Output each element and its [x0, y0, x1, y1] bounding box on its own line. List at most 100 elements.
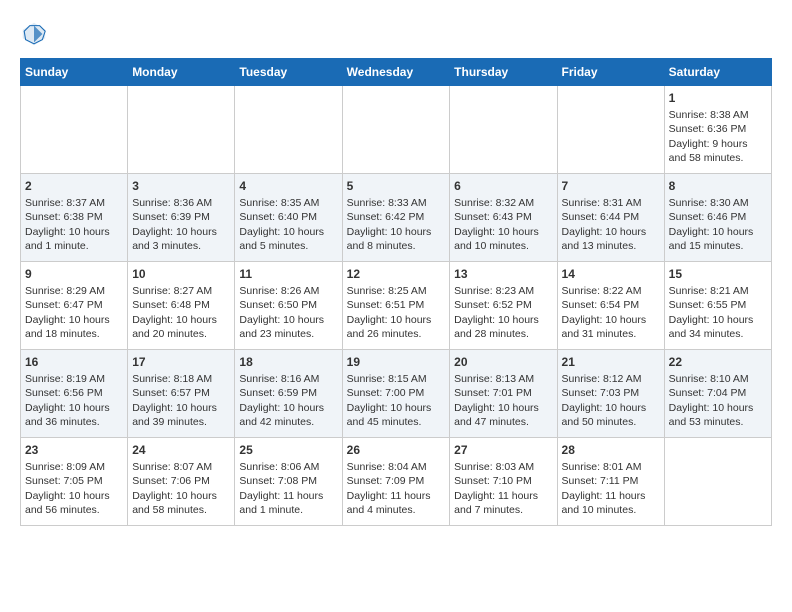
day-info: Sunrise: 8:23 AM Sunset: 6:52 PM Dayligh… [454, 284, 552, 341]
weekday-header-row: SundayMondayTuesdayWednesdayThursdayFrid… [21, 59, 772, 86]
day-number: 7 [562, 178, 660, 194]
day-info: Sunrise: 8:19 AM Sunset: 6:56 PM Dayligh… [25, 372, 123, 429]
day-info: Sunrise: 8:38 AM Sunset: 6:36 PM Dayligh… [669, 108, 767, 165]
day-number: 13 [454, 266, 552, 282]
day-info: Sunrise: 8:31 AM Sunset: 6:44 PM Dayligh… [562, 196, 660, 253]
day-number: 12 [347, 266, 446, 282]
calendar-cell: 24 Sunrise: 8:07 AM Sunset: 7:06 PM Dayli… [128, 438, 235, 526]
calendar-cell: 4 Sunrise: 8:35 AM Sunset: 6:40 PM Daylig… [235, 174, 342, 262]
calendar-cell: 16 Sunrise: 8:19 AM Sunset: 6:56 PM Dayli… [21, 350, 128, 438]
day-info: Sunrise: 8:09 AM Sunset: 7:05 PM Dayligh… [25, 460, 123, 517]
day-number: 16 [25, 354, 123, 370]
day-info: Sunrise: 8:22 AM Sunset: 6:54 PM Dayligh… [562, 284, 660, 341]
day-info: Sunrise: 8:30 AM Sunset: 6:46 PM Dayligh… [669, 196, 767, 253]
day-info: Sunrise: 8:32 AM Sunset: 6:43 PM Dayligh… [454, 196, 552, 253]
day-number: 14 [562, 266, 660, 282]
calendar-table: SundayMondayTuesdayWednesdayThursdayFrid… [20, 58, 772, 526]
day-info: Sunrise: 8:21 AM Sunset: 6:55 PM Dayligh… [669, 284, 767, 341]
day-number: 11 [239, 266, 337, 282]
calendar-cell: 9 Sunrise: 8:29 AM Sunset: 6:47 PM Daylig… [21, 262, 128, 350]
day-number: 21 [562, 354, 660, 370]
calendar-week-4: 16 Sunrise: 8:19 AM Sunset: 6:56 PM Dayli… [21, 350, 772, 438]
calendar-cell: 19 Sunrise: 8:15 AM Sunset: 7:00 PM Dayli… [342, 350, 450, 438]
logo [20, 20, 54, 48]
weekday-header-tuesday: Tuesday [235, 59, 342, 86]
day-info: Sunrise: 8:04 AM Sunset: 7:09 PM Dayligh… [347, 460, 446, 517]
calendar-week-3: 9 Sunrise: 8:29 AM Sunset: 6:47 PM Daylig… [21, 262, 772, 350]
day-info: Sunrise: 8:18 AM Sunset: 6:57 PM Dayligh… [132, 372, 230, 429]
calendar-cell [128, 86, 235, 174]
day-info: Sunrise: 8:36 AM Sunset: 6:39 PM Dayligh… [132, 196, 230, 253]
day-info: Sunrise: 8:33 AM Sunset: 6:42 PM Dayligh… [347, 196, 446, 253]
day-number: 5 [347, 178, 446, 194]
day-number: 15 [669, 266, 767, 282]
day-number: 9 [25, 266, 123, 282]
day-info: Sunrise: 8:12 AM Sunset: 7:03 PM Dayligh… [562, 372, 660, 429]
calendar-cell [235, 86, 342, 174]
calendar-cell: 28 Sunrise: 8:01 AM Sunset: 7:11 PM Dayli… [557, 438, 664, 526]
calendar-cell: 13 Sunrise: 8:23 AM Sunset: 6:52 PM Dayli… [450, 262, 557, 350]
day-info: Sunrise: 8:29 AM Sunset: 6:47 PM Dayligh… [25, 284, 123, 341]
day-info: Sunrise: 8:37 AM Sunset: 6:38 PM Dayligh… [25, 196, 123, 253]
calendar-cell [557, 86, 664, 174]
calendar-cell: 18 Sunrise: 8:16 AM Sunset: 6:59 PM Dayli… [235, 350, 342, 438]
day-number: 17 [132, 354, 230, 370]
day-info: Sunrise: 8:07 AM Sunset: 7:06 PM Dayligh… [132, 460, 230, 517]
day-number: 1 [669, 90, 767, 106]
calendar-cell: 22 Sunrise: 8:10 AM Sunset: 7:04 PM Dayli… [664, 350, 771, 438]
day-number: 28 [562, 442, 660, 458]
day-info: Sunrise: 8:25 AM Sunset: 6:51 PM Dayligh… [347, 284, 446, 341]
calendar-cell: 12 Sunrise: 8:25 AM Sunset: 6:51 PM Dayli… [342, 262, 450, 350]
day-info: Sunrise: 8:10 AM Sunset: 7:04 PM Dayligh… [669, 372, 767, 429]
day-number: 2 [25, 178, 123, 194]
calendar-cell: 10Sunrise: 8:27 AM Sunset: 6:48 PM Dayli… [128, 262, 235, 350]
day-number: 22 [669, 354, 767, 370]
day-number: 19 [347, 354, 446, 370]
calendar-cell: 8 Sunrise: 8:30 AM Sunset: 6:46 PM Daylig… [664, 174, 771, 262]
calendar-cell [664, 438, 771, 526]
calendar-cell: 3Sunrise: 8:36 AM Sunset: 6:39 PM Daylig… [128, 174, 235, 262]
day-info: Sunrise: 8:16 AM Sunset: 6:59 PM Dayligh… [239, 372, 337, 429]
day-info: Sunrise: 8:03 AM Sunset: 7:10 PM Dayligh… [454, 460, 552, 517]
weekday-header-friday: Friday [557, 59, 664, 86]
calendar-week-5: 23 Sunrise: 8:09 AM Sunset: 7:05 PM Dayli… [21, 438, 772, 526]
calendar-cell [450, 86, 557, 174]
day-info: Sunrise: 8:13 AM Sunset: 7:01 PM Dayligh… [454, 372, 552, 429]
calendar-cell: 25 Sunrise: 8:06 AM Sunset: 7:08 PM Dayli… [235, 438, 342, 526]
day-number: 24 [132, 442, 230, 458]
day-number: 8 [669, 178, 767, 194]
calendar-cell: 5 Sunrise: 8:33 AM Sunset: 6:42 PM Daylig… [342, 174, 450, 262]
day-number: 18 [239, 354, 337, 370]
day-number: 25 [239, 442, 337, 458]
day-number: 10 [132, 266, 230, 282]
calendar-cell: 2 Sunrise: 8:37 AM Sunset: 6:38 PM Daylig… [21, 174, 128, 262]
calendar-cell: 1 Sunrise: 8:38 AM Sunset: 6:36 PM Daylig… [664, 86, 771, 174]
calendar-cell: 14 Sunrise: 8:22 AM Sunset: 6:54 PM Dayli… [557, 262, 664, 350]
weekday-header-monday: Monday [128, 59, 235, 86]
logo-icon [20, 20, 48, 48]
calendar-cell: 15 Sunrise: 8:21 AM Sunset: 6:55 PM Dayli… [664, 262, 771, 350]
weekday-header-saturday: Saturday [664, 59, 771, 86]
calendar-cell: 26 Sunrise: 8:04 AM Sunset: 7:09 PM Dayli… [342, 438, 450, 526]
calendar-cell: 11 Sunrise: 8:26 AM Sunset: 6:50 PM Dayli… [235, 262, 342, 350]
calendar-cell: 20 Sunrise: 8:13 AM Sunset: 7:01 PM Dayli… [450, 350, 557, 438]
day-info: Sunrise: 8:01 AM Sunset: 7:11 PM Dayligh… [562, 460, 660, 517]
day-number: 23 [25, 442, 123, 458]
day-number: 26 [347, 442, 446, 458]
calendar-week-1: 1 Sunrise: 8:38 AM Sunset: 6:36 PM Daylig… [21, 86, 772, 174]
calendar-week-2: 2 Sunrise: 8:37 AM Sunset: 6:38 PM Daylig… [21, 174, 772, 262]
calendar-cell: 21 Sunrise: 8:12 AM Sunset: 7:03 PM Dayli… [557, 350, 664, 438]
day-info: Sunrise: 8:15 AM Sunset: 7:00 PM Dayligh… [347, 372, 446, 429]
day-number: 20 [454, 354, 552, 370]
calendar-cell: 23 Sunrise: 8:09 AM Sunset: 7:05 PM Dayli… [21, 438, 128, 526]
calendar-cell: 17 Sunrise: 8:18 AM Sunset: 6:57 PM Dayli… [128, 350, 235, 438]
weekday-header-thursday: Thursday [450, 59, 557, 86]
day-number: 27 [454, 442, 552, 458]
weekday-header-sunday: Sunday [21, 59, 128, 86]
day-number: 4 [239, 178, 337, 194]
day-info: Sunrise: 8:35 AM Sunset: 6:40 PM Dayligh… [239, 196, 337, 253]
day-info: Sunrise: 8:26 AM Sunset: 6:50 PM Dayligh… [239, 284, 337, 341]
calendar-body: 1 Sunrise: 8:38 AM Sunset: 6:36 PM Daylig… [21, 86, 772, 526]
day-info: Sunrise: 8:06 AM Sunset: 7:08 PM Dayligh… [239, 460, 337, 517]
page-header [20, 20, 772, 48]
